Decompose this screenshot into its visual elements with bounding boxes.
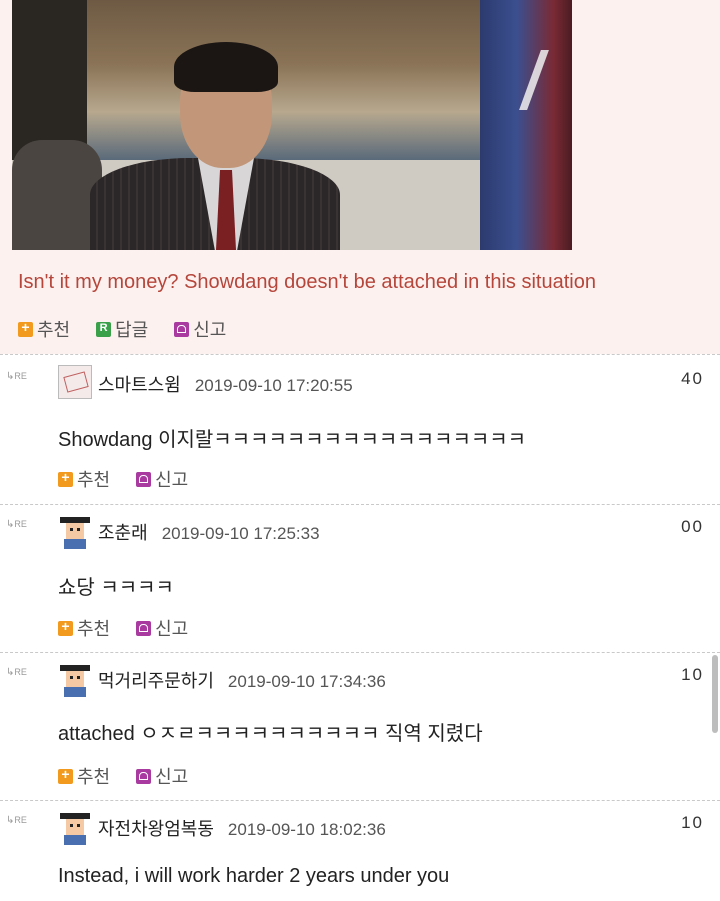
plus-icon (58, 766, 73, 784)
report-icon (136, 620, 152, 636)
nickname[interactable]: 스마트스윔 (98, 375, 181, 395)
comment-author[interactable]: 자전차왕엄복동 2019-09-10 18:02:36 (98, 815, 386, 841)
scrollbar[interactable] (712, 655, 718, 733)
reply-tag: ↳RE (6, 667, 27, 678)
post-text: Isn't it my money? Showdang doesn't be a… (18, 271, 596, 293)
reply-tag: ↳RE (6, 371, 27, 382)
report-label: 신고 (155, 767, 189, 787)
report-button[interactable]: 신고 (136, 763, 188, 789)
comment: ↳RE 스마트스윔 2019-09-10 17:20:55 40 Showdang… (0, 354, 720, 505)
recommend-button[interactable]: 추천 (58, 615, 110, 641)
report-button[interactable]: 신고 (136, 615, 188, 641)
comment-date: 2019-09-10 18:02:36 (227, 820, 386, 839)
reply-tag: ↳RE (6, 815, 27, 826)
report-button[interactable]: 신고 (136, 466, 188, 492)
flag (480, 0, 572, 250)
report-label: 신고 (193, 320, 227, 340)
nickname[interactable]: 자전차왕엄복동 (98, 819, 214, 839)
comment-date: 2019-09-10 17:20:55 (194, 376, 353, 395)
report-icon (136, 471, 152, 487)
recommend-button[interactable]: 추천 (58, 763, 110, 789)
recommend-button[interactable]: 추천 (18, 316, 70, 342)
comment: ↳RE 먹거리주문하기 2019-09-10 17:34:36 10 attach… (0, 652, 720, 801)
comment-text: attached ㅇㅈㄹㅋㅋㅋㅋㅋㅋㅋㅋㅋㅋ 직역 지렸다 (58, 723, 483, 745)
comment-author[interactable]: 먹거리주문하기 2019-09-10 17:34:36 (98, 667, 386, 693)
avatar[interactable] (58, 365, 92, 399)
plus-icon (58, 618, 73, 636)
post: Isn't it my money? Showdang doesn't be a… (0, 0, 720, 354)
report-icon (174, 321, 190, 337)
comment: ↳RE 자전차왕엄복동 2019-09-10 18:02:36 10 Instea… (0, 800, 720, 901)
comment-score: 00 (681, 517, 704, 536)
avatar[interactable] (58, 663, 92, 697)
man-in-suit (70, 30, 340, 250)
plus-icon (18, 319, 33, 337)
reply-label: 답글 (115, 320, 149, 340)
nickname[interactable]: 조춘래 (98, 523, 148, 543)
post-actions: 추천 답글 신고 (18, 317, 252, 341)
avatar[interactable] (58, 515, 92, 549)
comment-date: 2019-09-10 17:25:33 (161, 524, 320, 543)
recommend-label: 추천 (77, 619, 111, 639)
recommend-label: 추천 (37, 320, 71, 340)
comment: ↳RE 조춘래 2019-09-10 17:25:33 00 쇼당 ㅋㅋㅋㅋ 추천… (0, 504, 720, 653)
comment-author[interactable]: 조춘래 2019-09-10 17:25:33 (98, 519, 320, 545)
report-button[interactable]: 신고 (174, 316, 226, 342)
comment-score: 10 (681, 813, 704, 832)
hair (174, 42, 278, 92)
comment-text: Instead, i will work harder 2 years unde… (58, 865, 450, 887)
post-image (12, 0, 572, 250)
reply-tag: ↳RE (6, 519, 27, 530)
comment-text: Showdang 이지랄ㅋㅋㅋㅋㅋㅋㅋㅋㅋㅋㅋㅋㅋㅋㅋㅋㅋ (58, 429, 527, 451)
plus-icon (58, 469, 73, 487)
comment-text: 쇼당 ㅋㅋㅋㅋ (58, 577, 174, 599)
recommend-label: 추천 (77, 470, 111, 490)
comment-actions: 추천 신고 (58, 467, 214, 491)
comment-author[interactable]: 스마트스윔 2019-09-10 17:20:55 (98, 371, 353, 397)
report-icon (136, 768, 152, 784)
avatar[interactable] (58, 811, 92, 845)
comment-score: 40 (681, 369, 704, 388)
comment-actions: 추천 신고 (58, 764, 214, 788)
comment-score: 10 (681, 665, 704, 684)
reply-icon (96, 321, 112, 337)
recommend-button[interactable]: 추천 (58, 466, 110, 492)
flag-emblem (519, 50, 572, 110)
comment-date: 2019-09-10 17:34:36 (227, 672, 386, 691)
reply-button[interactable]: 답글 (96, 316, 148, 342)
recommend-label: 추천 (77, 767, 111, 787)
nickname[interactable]: 먹거리주문하기 (98, 671, 214, 691)
report-label: 신고 (155, 619, 189, 639)
report-label: 신고 (155, 470, 189, 490)
comment-actions: 추천 신고 (58, 616, 214, 640)
